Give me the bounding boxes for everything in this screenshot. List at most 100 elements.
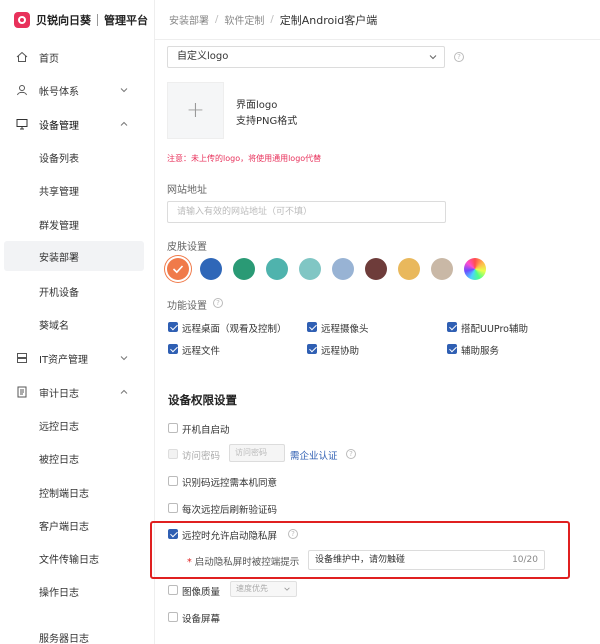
skin-color-swatch[interactable] (365, 258, 387, 280)
chevron-up-icon (120, 121, 128, 126)
brand-divider (97, 14, 98, 26)
help-icon[interactable]: ? (454, 52, 464, 62)
chevron-down-icon (429, 55, 437, 60)
website-input[interactable]: 请输入有效的网站地址（可不填） (167, 201, 446, 223)
skin-color-swatch[interactable] (200, 258, 222, 280)
log-icon (17, 386, 27, 398)
skin-color-swatch[interactable] (398, 258, 420, 280)
enterprise-auth-link[interactable]: 需企业认证 (290, 448, 338, 462)
sidebar-item-it-assets[interactable]: IT资产管理 (4, 343, 144, 373)
sidebar-item-label: 群发管理 (39, 220, 79, 232)
logo-title: 界面logo (236, 100, 278, 111)
skin-color-swatch-selected[interactable] (167, 258, 189, 280)
sidebar-item-label: 帐号体系 (39, 86, 79, 98)
checkbox-accessibility-service[interactable] (447, 344, 457, 354)
sidebar-item-install-deploy[interactable]: 安装部署 (4, 241, 144, 271)
sidebar-item-device-list[interactable]: 设备列表 (4, 142, 144, 172)
home-icon (16, 51, 28, 62)
sunlogin-logo-icon (14, 12, 30, 28)
breadcrumb-separator: / (270, 14, 274, 25)
logo-type-select-value: 自定义logo (177, 51, 229, 62)
sidebar-item-share-management[interactable]: 共享管理 (4, 175, 144, 205)
features-label: 功能设置 (167, 301, 207, 312)
sidebar-item-client-log[interactable]: 客户端日志 (4, 510, 144, 540)
sidebar-item-operation-log[interactable]: 操作日志 (4, 576, 144, 606)
chevron-up-icon (120, 389, 128, 394)
feature-label: 搭配UUPro辅助 (461, 324, 528, 335)
checkbox-screen-lock[interactable] (168, 612, 178, 622)
image-quality-select[interactable]: 速度优先 (230, 581, 297, 597)
custom-color-picker[interactable] (464, 258, 486, 280)
sidebar-item-home[interactable]: 首页 (4, 42, 144, 72)
checkbox-remote-assist[interactable] (307, 344, 317, 354)
sidebar-item-label: 共享管理 (39, 186, 79, 198)
logo-upload-button[interactable]: + (167, 82, 224, 139)
sidebar-item-label: 服务器日志 (39, 633, 89, 644)
reverify-label: 每次远控后刷新验证码 (182, 505, 278, 516)
logo-format-hint: 支持PNG格式 (236, 116, 298, 127)
checkbox-access-password[interactable] (168, 449, 178, 459)
feature-label: 远程桌面（观看及控制） (182, 324, 287, 335)
checkbox-remote-file[interactable] (168, 344, 178, 354)
logo-type-select[interactable]: 自定义logo (167, 46, 445, 68)
checkbox-remote-desktop[interactable] (168, 322, 178, 332)
user-icon (17, 85, 27, 96)
sidebar-item-remote-log[interactable]: 远控日志 (4, 410, 144, 440)
sidebar-item-broadcast[interactable]: 群发管理 (4, 209, 144, 239)
sidebar-item-server-log[interactable]: 服务器日志 (4, 622, 144, 644)
access-password-label: 访问密码 (182, 451, 221, 462)
sidebar-item-label: 安装部署 (39, 252, 79, 264)
checkbox-remote-camera[interactable] (307, 322, 317, 332)
breadcrumb-item[interactable]: 安装部署 (169, 12, 209, 27)
logo-warning: 注意：未上传的logo，将使用通用logo代替 (167, 154, 322, 163)
sidebar-item-label: 被控日志 (39, 454, 79, 466)
sidebar-item-label: 葵域名 (39, 320, 69, 332)
feature-label: 辅助服务 (461, 346, 500, 357)
help-icon[interactable]: ? (346, 449, 356, 459)
plus-icon: + (186, 98, 205, 123)
check-icon (172, 265, 184, 274)
sidebar-item-boot-devices[interactable]: 开机设备 (4, 276, 144, 306)
skin-color-swatch[interactable] (233, 258, 255, 280)
monitor-icon (16, 119, 28, 130)
feature-label: 远程文件 (182, 346, 221, 357)
sidebar-item-label: 控制端日志 (39, 488, 89, 500)
sidebar-item-label: 开机设备 (39, 287, 79, 299)
access-password-input[interactable]: 访问密码 (229, 444, 285, 462)
sidebar-item-label: 操作日志 (39, 587, 79, 599)
checkbox-reverify[interactable] (168, 503, 178, 513)
help-icon[interactable]: ? (213, 298, 223, 308)
sidebar-item-controlled-log[interactable]: 被控日志 (4, 443, 144, 473)
sidebar-item-file-transfer-log[interactable]: 文件传输日志 (4, 543, 144, 573)
sidebar-item-label: 客户端日志 (39, 521, 89, 533)
skin-color-swatch[interactable] (431, 258, 453, 280)
breadcrumb: 安装部署 / 软件定制 / 定制Android客户端 (155, 0, 600, 40)
chevron-down-icon (120, 356, 128, 361)
checkbox-autostart[interactable] (168, 423, 178, 433)
sidebar-item-label: IT资产管理 (39, 354, 89, 366)
sidebar-item-audit-logs[interactable]: 审计日志 (4, 377, 144, 407)
sidebar-item-device-management[interactable]: 设备管理 (4, 109, 144, 139)
screen-lock-label: 设备屏幕 (182, 614, 221, 625)
autostart-label: 开机自启动 (182, 425, 230, 436)
checkbox-uupro[interactable] (447, 322, 457, 332)
breadcrumb-current: 定制Android客户端 (279, 13, 378, 27)
checkbox-identify-confirm[interactable] (168, 476, 178, 486)
sidebar-item-label: 审计日志 (39, 388, 79, 400)
skin-color-swatch[interactable] (266, 258, 288, 280)
chevron-down-icon (120, 88, 128, 93)
sidebar-item-domain[interactable]: 葵域名 (4, 309, 144, 339)
skin-color-swatch[interactable] (299, 258, 321, 280)
checkbox-image-quality[interactable] (168, 585, 178, 595)
website-label: 网站地址 (167, 185, 207, 196)
breadcrumb-item[interactable]: 软件定制 (224, 12, 264, 27)
skin-color-swatch[interactable] (332, 258, 354, 280)
brand[interactable]: 贝锐向日葵 管理平台 (14, 10, 148, 30)
skin-label: 皮肤设置 (167, 242, 207, 253)
sidebar-item-accounts[interactable]: 帐号体系 (4, 75, 144, 105)
brand-subtitle: 管理平台 (104, 14, 148, 27)
permissions-title: 设备权限设置 (168, 393, 237, 407)
sidebar-item-controller-log[interactable]: 控制端日志 (4, 477, 144, 507)
brand-name: 贝锐向日葵 (36, 14, 91, 27)
privacy-highlight-box (150, 521, 570, 579)
